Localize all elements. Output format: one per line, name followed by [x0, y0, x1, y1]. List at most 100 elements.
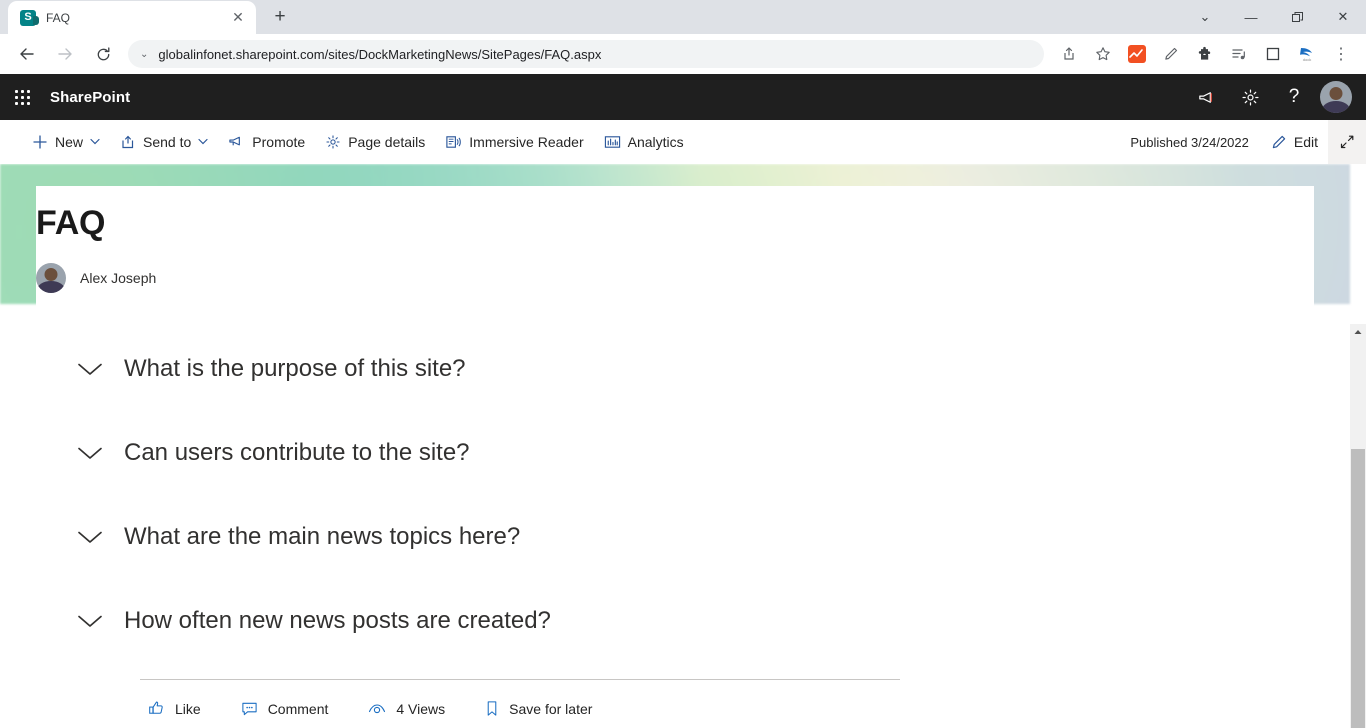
avatar[interactable]	[1320, 81, 1352, 113]
promote-megaphone-icon	[228, 134, 245, 150]
chevron-down-icon[interactable]	[72, 529, 108, 545]
views-count[interactable]: 4 Views	[368, 701, 445, 717]
social-bar: Like Comment 4 Views Save for later	[148, 700, 1314, 717]
analytics-chart-icon	[604, 134, 621, 150]
command-bar-right: Published 3/24/2022 Edit	[1130, 120, 1366, 164]
app-launcher-waffle-icon[interactable]	[0, 74, 44, 120]
toolbar-icons: dock ⋮	[1052, 40, 1358, 68]
page-details-label: Page details	[348, 133, 426, 150]
url-text: globalinfonet.sharepoint.com/sites/DockM…	[158, 46, 602, 62]
comment-bubble-icon	[241, 700, 258, 717]
faq-question[interactable]: How often new news posts are created?	[124, 607, 551, 635]
share-icon[interactable]	[1055, 40, 1083, 68]
save-for-later-label: Save for later	[509, 700, 593, 717]
address-bar[interactable]: ⌄ globalinfonet.sharepoint.com/sites/Doc…	[128, 40, 1044, 68]
edit-button[interactable]: Edit	[1261, 124, 1328, 160]
views-label: 4 Views	[396, 700, 446, 717]
chevron-down-icon[interactable]	[198, 138, 208, 145]
chevron-down-icon[interactable]	[72, 613, 108, 629]
scroll-up-arrow-icon[interactable]	[1350, 324, 1366, 340]
sharepoint-suite-bar: SharePoint Search this site ?	[0, 74, 1366, 185]
bookmark-icon	[485, 700, 499, 717]
page-title: FAQ	[36, 204, 106, 242]
minimize-icon[interactable]: —	[1228, 0, 1274, 34]
browser-window: FAQ ✕ + ⌄ — ✕ ⌄ globalinfonet.sharepoint…	[0, 0, 1366, 728]
tab-title: FAQ	[46, 10, 71, 25]
chevron-down-icon[interactable]: ⌄	[140, 49, 148, 60]
pencil-icon	[1271, 134, 1287, 150]
tab-search-chevron-down-icon[interactable]: ⌄	[1182, 0, 1228, 34]
maximize-icon[interactable]	[1274, 0, 1320, 34]
sharepoint-favicon-icon	[20, 9, 39, 26]
comment-button[interactable]: Comment	[241, 700, 329, 717]
browser-menu-icon[interactable]: ⋮	[1327, 40, 1355, 68]
page-author: Alex Joseph	[36, 263, 1314, 293]
chevron-down-icon[interactable]	[90, 138, 100, 145]
faq-item[interactable]: How often new news posts are created?	[36, 579, 1314, 663]
page-content: FAQ Alex Joseph What is the purpose of t…	[0, 164, 1366, 728]
comment-label: Comment	[267, 700, 329, 717]
reload-icon[interactable]	[87, 38, 119, 70]
collapse-arrows-icon[interactable]	[1328, 120, 1366, 164]
save-for-later-button[interactable]: Save for later	[485, 700, 592, 717]
window-close-icon[interactable]: ✕	[1320, 0, 1366, 34]
new-label: New	[55, 133, 84, 150]
like-label: Like	[175, 700, 201, 717]
window-controls: ⌄ — ✕	[1182, 0, 1366, 34]
plus-icon	[32, 134, 48, 150]
analytics-button[interactable]: Analytics	[594, 124, 694, 160]
scrollbar-thumb[interactable]	[1351, 449, 1365, 728]
sharepoint-brand[interactable]: SharePoint	[50, 89, 130, 106]
faq-question[interactable]: What are the main news topics here?	[124, 523, 520, 551]
promote-label: Promote	[252, 133, 306, 150]
page-details-gear-icon	[325, 134, 341, 150]
page-scrollbar[interactable]	[1350, 324, 1366, 728]
immersive-reader-label: Immersive Reader	[469, 133, 584, 150]
svg-text:dock: dock	[1303, 57, 1311, 62]
settings-gear-icon[interactable]	[1228, 74, 1272, 120]
published-status: Published 3/24/2022	[1130, 134, 1249, 150]
send-icon	[120, 134, 136, 150]
close-icon[interactable]: ✕	[228, 8, 248, 28]
megaphone-icon[interactable]	[1184, 74, 1228, 120]
immersive-reader-icon	[445, 134, 462, 150]
tab-strip: FAQ ✕ + ⌄ — ✕	[0, 0, 1366, 34]
edit-label: Edit	[1293, 134, 1318, 150]
chevron-down-icon[interactable]	[72, 445, 108, 461]
author-avatar[interactable]	[36, 263, 66, 293]
footer-divider	[140, 679, 900, 680]
faq-item[interactable]: What are the main news topics here?	[36, 495, 1314, 579]
author-name[interactable]: Alex Joseph	[80, 270, 156, 286]
chart-extension-icon[interactable]	[1123, 40, 1151, 68]
extensions-puzzle-icon[interactable]	[1191, 40, 1219, 68]
eye-views-icon	[368, 702, 386, 716]
collections-icon[interactable]	[1225, 40, 1253, 68]
page-details-button[interactable]: Page details	[315, 124, 435, 160]
send-to-label: Send to	[143, 133, 192, 150]
faq-question[interactable]: What is the purpose of this site?	[124, 355, 466, 383]
faq-accordion: What is the purpose of this site? Can us…	[36, 327, 1314, 663]
help-icon[interactable]: ?	[1272, 74, 1316, 120]
forward-icon[interactable]	[49, 38, 81, 70]
new-tab-button[interactable]: +	[266, 3, 294, 31]
faq-item[interactable]: What is the purpose of this site?	[36, 327, 1314, 411]
new-button[interactable]: New	[22, 124, 110, 160]
analytics-label: Analytics	[627, 133, 684, 150]
faq-item[interactable]: Can users contribute to the site?	[36, 411, 1314, 495]
chevron-down-icon[interactable]	[72, 361, 108, 377]
thumbs-up-icon	[148, 700, 165, 717]
page-card: FAQ Alex Joseph What is the purpose of t…	[36, 186, 1314, 728]
faq-question[interactable]: Can users contribute to the site?	[124, 439, 470, 467]
dock-extension-icon[interactable]: dock	[1293, 40, 1321, 68]
like-button[interactable]: Like	[148, 700, 201, 717]
favorite-star-icon[interactable]	[1089, 40, 1117, 68]
promote-button[interactable]: Promote	[218, 124, 315, 160]
split-screen-icon[interactable]	[1259, 40, 1287, 68]
back-icon[interactable]	[11, 38, 43, 70]
immersive-reader-button[interactable]: Immersive Reader	[435, 124, 593, 160]
send-to-button[interactable]: Send to	[110, 124, 218, 160]
browser-tab[interactable]: FAQ ✕	[8, 1, 256, 34]
page-command-bar: New Send to Promote Page details Immersi…	[0, 120, 1366, 164]
suite-bar-actions: ?	[1184, 74, 1358, 120]
pen-highlighter-icon[interactable]	[1157, 40, 1185, 68]
